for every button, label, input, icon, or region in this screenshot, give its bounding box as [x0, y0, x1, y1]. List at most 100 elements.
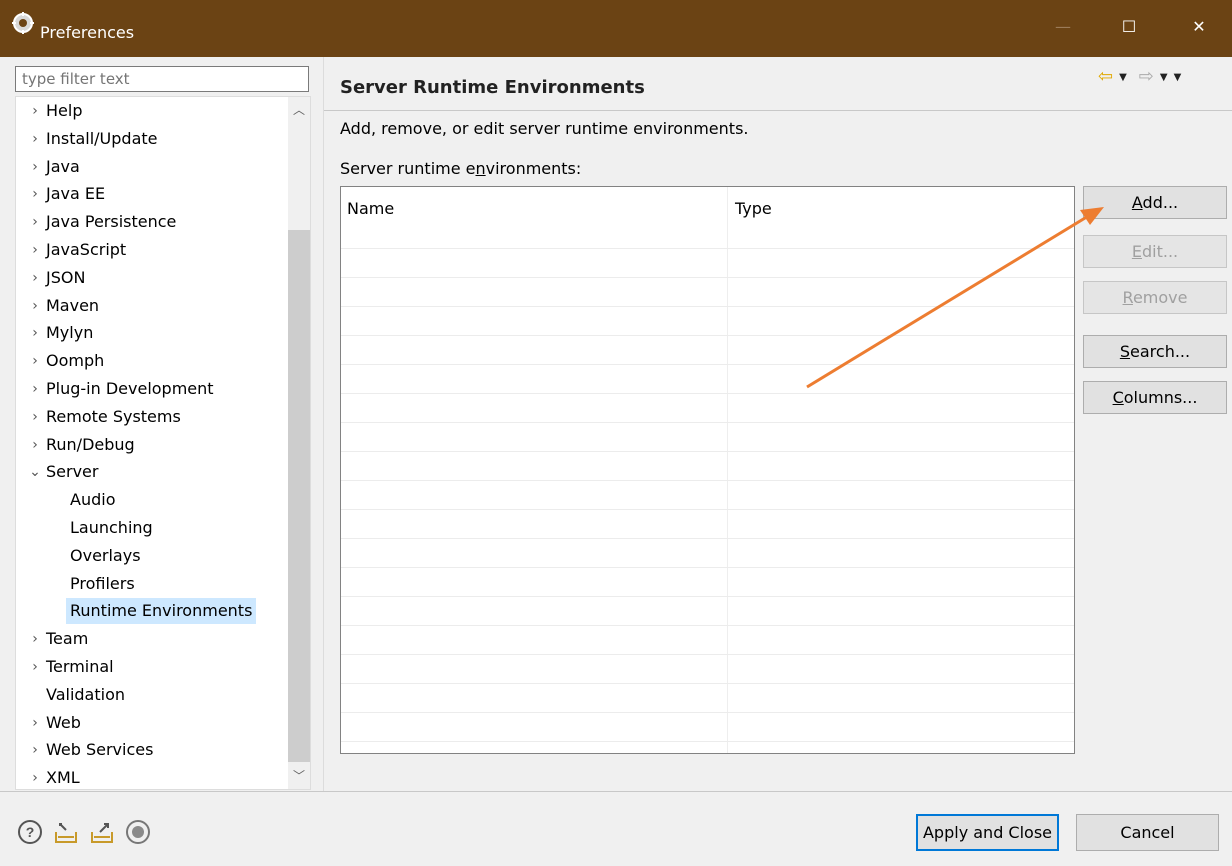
expand-twisty-icon[interactable]: ›	[28, 432, 42, 458]
back-dropdown-icon[interactable]: ▼	[1119, 68, 1127, 88]
tree-item[interactable]: Profilers	[16, 571, 286, 597]
expand-twisty-icon[interactable]: ›	[28, 626, 42, 652]
tree-item[interactable]: › Remote Systems	[16, 404, 286, 430]
tree-item[interactable]: Launching	[16, 515, 286, 541]
tree-item[interactable]: Validation	[16, 682, 286, 708]
record-icon[interactable]	[124, 818, 152, 846]
tree-item[interactable]: › JSON	[16, 265, 286, 291]
tree-item-label: Web	[46, 712, 81, 732]
column-header-type[interactable]: Type	[735, 199, 772, 218]
expand-twisty-icon[interactable]: ›	[28, 237, 42, 263]
expand-twisty-icon[interactable]: ›	[28, 154, 42, 180]
scroll-up-icon[interactable]: ︿	[288, 99, 310, 121]
title-bar: Preferences — ☐ ✕	[0, 0, 1232, 57]
export-icon[interactable]	[88, 818, 116, 846]
tree-item[interactable]: › Java EE	[16, 181, 286, 207]
table-row-line	[341, 567, 1074, 568]
tree-item[interactable]: › Mylyn	[16, 320, 286, 346]
table-row-line	[341, 683, 1074, 684]
apply-and-close-button[interactable]: Apply and Close	[916, 814, 1059, 851]
table-row-line	[341, 712, 1074, 713]
tree-item[interactable]: › Web	[16, 710, 286, 736]
back-arrow-icon[interactable]: ⇦	[1098, 67, 1113, 87]
tree-item[interactable]: Audio	[16, 487, 286, 513]
window-title: Preferences	[40, 23, 135, 42]
runtime-table[interactable]: Name Type	[340, 186, 1075, 754]
column-divider	[727, 187, 728, 753]
expand-twisty-icon[interactable]: ›	[28, 265, 42, 291]
preference-tree: › Help › Install/Update › Java › Java EE › Java P…	[15, 96, 311, 790]
history-nav: ⇦ ▼ ⇨ ▼ ▼	[1098, 67, 1181, 87]
cancel-button[interactable]: Cancel	[1076, 814, 1219, 851]
edit-button[interactable]: Edit...	[1083, 235, 1227, 268]
expand-twisty-icon[interactable]: ›	[28, 98, 42, 124]
tree-item-label: Run/Debug	[46, 434, 135, 454]
column-header-name[interactable]: Name	[347, 199, 394, 218]
tree-item[interactable]: › Plug-in Development	[16, 376, 286, 402]
tree-item[interactable]: › Team	[16, 626, 286, 652]
tree-item[interactable]: › Web Services	[16, 737, 286, 763]
tree-item[interactable]: › Java Persistence	[16, 209, 286, 235]
close-button[interactable]: ✕	[1176, 12, 1222, 42]
view-menu-icon[interactable]: ▼	[1174, 68, 1182, 88]
expand-twisty-icon[interactable]: ›	[28, 181, 42, 207]
tree-item[interactable]: Runtime Environments	[16, 598, 286, 625]
tree-item-label: Help	[46, 101, 83, 120]
tree-item-label: Profilers	[70, 573, 135, 593]
tree-item-label: Terminal	[46, 657, 114, 676]
remove-button[interactable]: Remove	[1083, 281, 1227, 314]
search-button[interactable]: Search...	[1083, 335, 1227, 368]
expand-twisty-icon[interactable]: ›	[28, 126, 42, 152]
tree-item-label: Oomph	[46, 351, 105, 371]
expand-twisty-icon[interactable]: ›	[28, 710, 42, 736]
page-description: Add, remove, or edit server runtime envi…	[340, 119, 749, 138]
forward-dropdown-icon[interactable]: ▼	[1160, 68, 1168, 88]
help-icon[interactable]: ?	[16, 818, 44, 846]
tree-item-label: XML	[46, 768, 80, 788]
tree-item-label: Team	[46, 629, 89, 649]
expand-twisty-icon[interactable]: ›	[28, 293, 42, 319]
add-button[interactable]: Add...	[1083, 186, 1227, 219]
forward-arrow-icon[interactable]: ⇨	[1139, 67, 1154, 87]
scroll-down-icon[interactable]: ﹀	[288, 765, 310, 787]
tree-item[interactable]: › Install/Update	[16, 126, 286, 152]
collapse-twisty-icon[interactable]: ⌄	[28, 459, 42, 485]
tree-item[interactable]: › JavaScript	[16, 237, 286, 263]
footer-separator	[0, 791, 1232, 792]
tree-item[interactable]: › Java	[16, 154, 286, 180]
table-row-line	[341, 480, 1074, 481]
expand-twisty-icon[interactable]: ›	[28, 737, 42, 763]
pane-divider[interactable]	[323, 57, 324, 791]
filter-input[interactable]	[15, 66, 309, 92]
tree-item[interactable]: ⌄ Server	[16, 459, 286, 485]
svg-text:?: ?	[26, 824, 35, 840]
page-title: Server Runtime Environments	[340, 77, 645, 98]
tree-item[interactable]: › Run/Debug	[16, 432, 286, 458]
expand-twisty-icon[interactable]: ›	[28, 376, 42, 402]
tree-item[interactable]: › Maven	[16, 293, 286, 319]
expand-twisty-icon[interactable]: ›	[28, 209, 42, 235]
table-row-line	[341, 422, 1074, 423]
scrollbar-thumb[interactable]	[288, 230, 310, 762]
expand-twisty-icon[interactable]: ›	[28, 348, 42, 374]
table-row-line	[341, 538, 1074, 539]
tree-item[interactable]: › Terminal	[16, 654, 286, 680]
button-mnemonic: S	[1119, 342, 1131, 361]
expand-twisty-icon[interactable]: ›	[28, 404, 42, 430]
import-icon[interactable]	[52, 818, 80, 846]
tree-item[interactable]: Overlays	[16, 543, 286, 569]
expand-twisty-icon[interactable]: ›	[28, 654, 42, 680]
minimize-button[interactable]: —	[1040, 12, 1086, 42]
expand-twisty-icon[interactable]: ›	[28, 320, 42, 346]
table-row-line	[341, 451, 1074, 452]
tree-scrollbar[interactable]: ︿ ﹀	[288, 97, 310, 789]
table-row-line	[341, 277, 1074, 278]
maximize-button[interactable]: ☐	[1106, 12, 1152, 42]
tree-item[interactable]: › XML	[16, 765, 286, 789]
columns-button[interactable]: Columns...	[1083, 381, 1227, 414]
expand-twisty-icon[interactable]: ›	[28, 765, 42, 789]
tree-item-label: Maven	[46, 295, 100, 315]
tree-item-label: Remote Systems	[46, 406, 181, 426]
tree-item[interactable]: › Oomph	[16, 348, 286, 374]
tree-item[interactable]: › Help	[16, 98, 286, 124]
